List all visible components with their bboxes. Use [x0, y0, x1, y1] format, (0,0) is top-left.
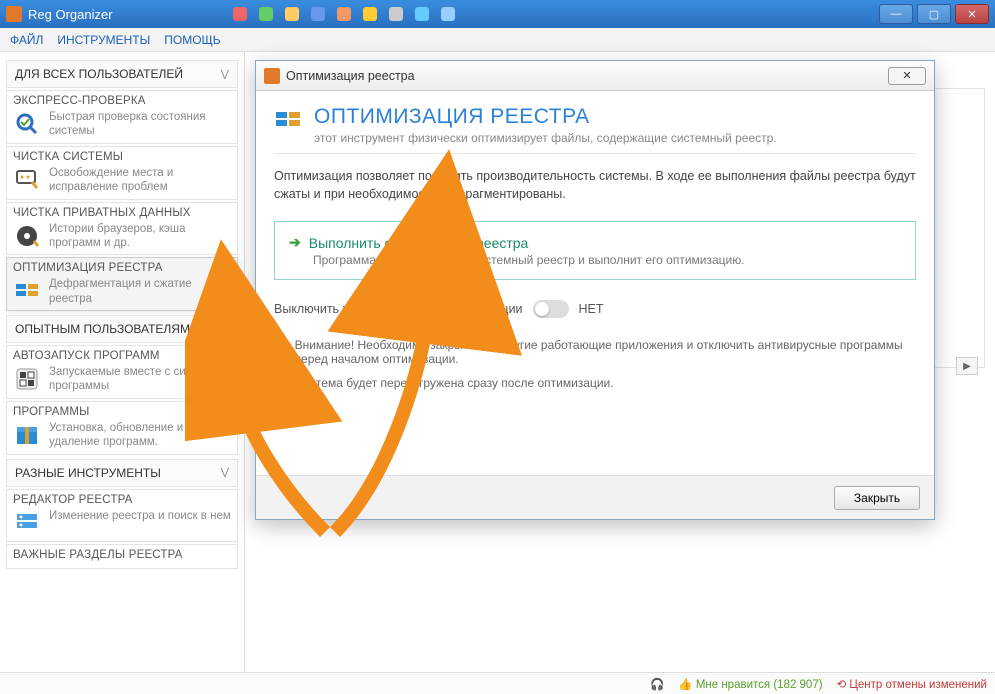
shutdown-toggle-state: НЕТ — [579, 302, 604, 316]
warning-text-1: Внимание! Необходимо закрыть все другие … — [295, 338, 916, 366]
sidebar: ДЛЯ ВСЕХ ПОЛЬЗОВАТЕЛЕЙ ⋁ ЭКСПРЕСС-ПРОВЕР… — [0, 52, 245, 672]
nav-desc: Запускаемые вместе с системой программы — [49, 365, 231, 394]
like-button[interactable]: 👍 Мне нравится (182 907) — [678, 677, 822, 691]
sidebar-section-advanced[interactable]: ОПЫТНЫМ ПОЛЬЗОВАТЕЛЯМ ⋁ — [6, 315, 238, 343]
dialog-app-icon — [264, 68, 280, 84]
menu-file[interactable]: ФАЙЛ — [10, 33, 43, 47]
headset-icon[interactable]: 🎧 — [650, 677, 664, 691]
minimize-button[interactable]: — — [879, 4, 913, 24]
window-titlebar: Reg Organizer — ▢ ✕ — [0, 0, 995, 28]
pager-next[interactable]: ▶ — [956, 357, 978, 375]
nav-title: АВТОЗАПУСК ПРОГРАММ — [13, 350, 231, 362]
nav-registry-editor[interactable]: РЕДАКТОР РЕЕСТРА Изменение реестра и пои… — [6, 489, 238, 542]
section-label: ДЛЯ ВСЕХ ПОЛЬЗОВАТЕЛЕЙ — [15, 67, 183, 81]
nav-title: ЧИСТКА ПРИВАТНЫХ ДАННЫХ — [13, 207, 231, 219]
menu-help[interactable]: ПОМОЩЬ — [164, 33, 220, 47]
nav-title: ОПТИМИЗАЦИЯ РЕЕСТРА — [13, 262, 231, 274]
nav-autostart[interactable]: АВТОЗАПУСК ПРОГРАММ Запускаемые вместе с… — [6, 345, 238, 399]
registry-optimize-icon — [13, 277, 41, 305]
nav-title: РЕДАКТОР РЕЕСТРА — [13, 494, 231, 506]
dialog-title-text: Оптимизация реестра — [286, 69, 415, 83]
optimization-dialog: Оптимизация реестра ✕ ОПТИМИЗАЦИЯ РЕЕСТР… — [255, 60, 935, 520]
nav-programs[interactable]: ПРОГРАММЫ Установка, обновление и удален… — [6, 401, 238, 455]
close-button[interactable]: ✕ — [955, 4, 989, 24]
action-desc: Программа проанализирует системный реест… — [313, 253, 901, 267]
shutdown-toggle-label: Выключить компьютер после оптимизации — [274, 302, 523, 316]
section-label: ОПЫТНЫМ ПОЛЬЗОВАТЕЛЯМ — [15, 322, 190, 336]
nav-desc: Освобождение места и исправление проблем — [49, 166, 231, 195]
nav-registry-optimization[interactable]: ОПТИМИЗАЦИЯ РЕЕСТРА Дефрагментация и сжа… — [6, 257, 238, 311]
dialog-titlebar: Оптимизация реестра ✕ — [256, 61, 934, 91]
registry-optimize-icon — [274, 105, 304, 135]
warning-text-2: Система будет перезагружена сразу после … — [295, 376, 614, 390]
flag-icon — [13, 365, 41, 393]
nav-desc: Быстрая проверка состояния системы — [49, 110, 231, 139]
nav-private-clean[interactable]: ЧИСТКА ПРИВАТНЫХ ДАННЫХ Истории браузеро… — [6, 202, 238, 256]
box-icon — [13, 421, 41, 449]
nav-important-registry[interactable]: ВАЖНЫЕ РАЗДЕЛЫ РЕЕСТРА — [6, 544, 238, 569]
warning-icon: ⚠ — [274, 376, 287, 393]
menu-bar: ФАЙЛ ИНСТРУМЕНТЫ ПОМОЩЬ — [0, 28, 995, 52]
disc-icon — [13, 222, 41, 250]
window-title: Reg Organizer — [28, 7, 113, 22]
status-bar: 🎧 👍 Мне нравится (182 907) ⟲ Центр отмен… — [0, 672, 995, 694]
divider — [274, 153, 916, 154]
maximize-button[interactable]: ▢ — [917, 4, 951, 24]
nav-title: ЭКСПРЕСС-ПРОВЕРКА — [13, 95, 231, 107]
dialog-close-button[interactable]: ✕ — [888, 67, 926, 85]
nav-desc: Дефрагментация и сжатие реестра — [49, 277, 231, 306]
nav-express-check[interactable]: ЭКСПРЕСС-ПРОВЕРКА Быстрая проверка состо… — [6, 90, 238, 144]
menu-tools[interactable]: ИНСТРУМЕНТЫ — [57, 33, 150, 47]
dialog-paragraph: Оптимизация позволяет повысить производи… — [274, 168, 916, 203]
nav-desc: Установка, обновление и удаление програм… — [49, 421, 231, 450]
undo-center-link[interactable]: ⟲ Центр отмены изменений — [837, 677, 987, 691]
like-label: Мне нравится (182 907) — [696, 679, 823, 691]
nav-title: ЧИСТКА СИСТЕМЫ — [13, 151, 231, 163]
undo-center-label: Центр отмены изменений — [849, 679, 987, 691]
action-title: Выполнить оптимизацию реестра — [309, 235, 529, 251]
magnifier-check-icon — [13, 110, 41, 138]
nav-title: ПРОГРАММЫ — [13, 406, 231, 418]
dialog-close-button-footer[interactable]: Закрыть — [834, 486, 920, 510]
chevron-down-icon: ⋁ — [221, 69, 229, 80]
nav-desc: Истории браузеров, кэша программ и др. — [49, 222, 231, 251]
chevron-down-icon: ⋁ — [221, 467, 229, 478]
shutdown-toggle[interactable] — [533, 300, 569, 318]
main-area: ▶ Оптимизация реестра ✕ ОПТИМИЗАЦИЯ РЕЕС… — [245, 52, 995, 672]
sidebar-section-misc[interactable]: РАЗНЫЕ ИНСТРУМЕНТЫ ⋁ — [6, 459, 238, 487]
run-optimization-action[interactable]: ➔ Выполнить оптимизацию реестра Программа… — [274, 221, 916, 280]
chevron-down-icon: ⋁ — [221, 324, 229, 335]
nav-title: ВАЖНЫЕ РАЗДЕЛЫ РЕЕСТРА — [13, 549, 231, 561]
dialog-subheading: этот инструмент физически оптимизирует ф… — [314, 131, 777, 145]
nav-desc: Изменение реестра и поиск в нем — [49, 509, 231, 523]
sidebar-section-all-users[interactable]: ДЛЯ ВСЕХ ПОЛЬЗОВАТЕЛЕЙ ⋁ — [6, 60, 238, 88]
app-icon — [6, 6, 22, 22]
dialog-heading: ОПТИМИЗАЦИЯ РЕЕСТРА — [314, 105, 777, 129]
titlebar-decorations — [233, 7, 455, 21]
dialog-footer: Закрыть — [256, 475, 934, 519]
broom-icon — [13, 166, 41, 194]
nav-system-clean[interactable]: ЧИСТКА СИСТЕМЫ Освобождение места и испр… — [6, 146, 238, 200]
arrow-right-icon: ➔ — [289, 234, 301, 251]
section-label: РАЗНЫЕ ИНСТРУМЕНТЫ — [15, 466, 161, 480]
warning-icon: ⚠ — [274, 338, 287, 355]
registry-editor-icon — [13, 509, 41, 537]
